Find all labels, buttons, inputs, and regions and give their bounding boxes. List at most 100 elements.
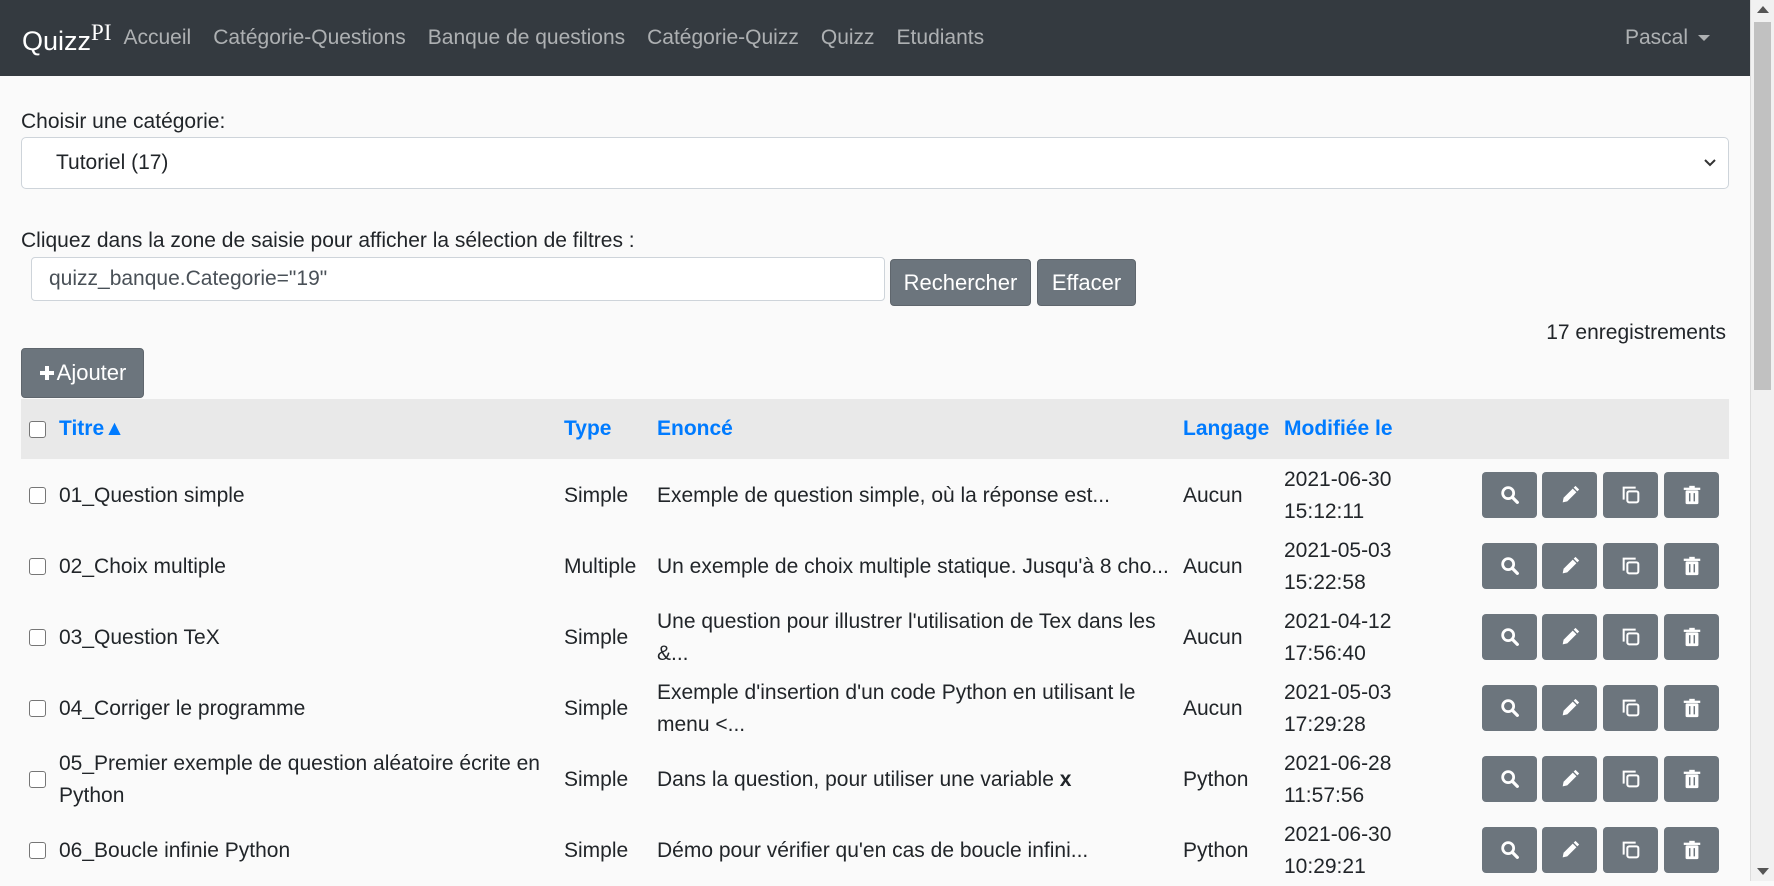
row-checkbox[interactable] (29, 629, 46, 646)
duplicate-button[interactable] (1603, 756, 1658, 802)
delete-button[interactable] (1664, 827, 1719, 873)
nav-banque-de-questions[interactable]: Banque de questions (428, 26, 625, 50)
row-modified: 2021-04-12 17:56:40 (1284, 606, 1424, 670)
row-title: 06_Boucle infinie Python (59, 815, 549, 886)
select-all-checkbox[interactable] (29, 421, 46, 438)
row-modified: 2021-06-30 15:12:11 (1284, 464, 1424, 528)
delete-button[interactable] (1664, 614, 1719, 660)
row-type-text: Simple (564, 696, 629, 720)
view-button[interactable] (1482, 543, 1537, 589)
edit-button[interactable] (1542, 543, 1597, 589)
nav-categorie-quizz[interactable]: Catégorie-Quizz (647, 26, 799, 50)
view-button[interactable] (1482, 685, 1537, 731)
nav-categorie-questions[interactable]: Catégorie-Questions (213, 26, 406, 50)
view-button[interactable] (1482, 756, 1537, 802)
row-checkbox[interactable] (29, 700, 46, 717)
row-type: Simple (564, 744, 654, 815)
row-language: Aucun (1183, 673, 1273, 744)
trash-icon (1681, 626, 1703, 648)
edit-button[interactable] (1542, 614, 1597, 660)
row-title: 02_Choix multiple (59, 531, 549, 602)
add-button-label: Ajouter (56, 360, 127, 385)
row-type-text: Simple (564, 625, 629, 649)
header-enonce[interactable]: Enoncé (657, 399, 733, 459)
header-type[interactable]: Type (564, 399, 611, 459)
copy-icon (1620, 626, 1642, 648)
edit-button[interactable] (1542, 827, 1597, 873)
filter-label: Cliquez dans la zone de saisie pour affi… (21, 229, 635, 252)
brand-logo[interactable]: QuizzPI (22, 20, 111, 57)
page-scrollbar[interactable] (1750, 0, 1774, 881)
table-row: 02_Choix multiple Multiple Un exemple de c… (21, 531, 1729, 602)
pencil-icon (1559, 768, 1581, 790)
header-langage[interactable]: Langage (1183, 399, 1269, 459)
row-statement: Démo pour vérifier qu'en cas de boucle i… (657, 815, 1177, 886)
scroll-up-icon[interactable] (1757, 6, 1769, 13)
duplicate-button[interactable] (1603, 543, 1658, 589)
row-title-text: 01_Question simple (59, 483, 245, 507)
nav-etudiants[interactable]: Etudiants (897, 26, 985, 50)
row-modified: 2021-05-03 17:29:28 (1284, 677, 1424, 741)
row-title: 04_Corriger le programme (59, 673, 549, 744)
row-language: Aucun (1183, 602, 1273, 673)
row-language: Aucun (1183, 460, 1273, 531)
row-checkbox[interactable] (29, 558, 46, 575)
edit-button[interactable] (1542, 685, 1597, 731)
pencil-icon (1559, 626, 1581, 648)
nav-quizz[interactable]: Quizz (821, 26, 875, 50)
brand-superscript: PI (91, 19, 112, 45)
row-title-text: 02_Choix multiple (59, 554, 226, 578)
view-button[interactable] (1482, 827, 1537, 873)
copy-icon (1620, 768, 1642, 790)
row-modified-date: 2021-05-03 (1284, 681, 1392, 704)
delete-button[interactable] (1664, 685, 1719, 731)
table-row: 01_Question simple Simple Exemple de quest… (21, 460, 1729, 531)
header-modifiee-le[interactable]: Modifiée le (1284, 399, 1393, 459)
add-button[interactable]: Ajouter (21, 348, 144, 398)
row-checkbox[interactable] (29, 771, 46, 788)
row-statement: Exemple de question simple, où la répons… (657, 460, 1177, 531)
table-row: 04_Corriger le programme Simple Exemple d'… (21, 673, 1729, 744)
scrollbar-thumb[interactable] (1754, 22, 1771, 390)
filter-input[interactable]: quizz_banque.Categorie="19" (31, 257, 885, 301)
row-type: Simple (564, 673, 654, 744)
duplicate-button[interactable] (1603, 472, 1658, 518)
search-icon (1499, 768, 1521, 790)
row-modified-date: 2021-04-12 (1284, 610, 1392, 633)
row-statement: Une question pour illustrer l'utilisatio… (657, 602, 1177, 673)
duplicate-button[interactable] (1603, 614, 1658, 660)
row-statement-text: Exemple d'insertion d'un code Python en … (657, 680, 1136, 736)
row-modified-time: 10:29:21 (1284, 855, 1366, 878)
search-icon (1499, 697, 1521, 719)
delete-button[interactable] (1664, 472, 1719, 518)
row-type-text: Simple (564, 767, 629, 791)
row-type: Multiple (564, 531, 654, 602)
edit-button[interactable] (1542, 756, 1597, 802)
scroll-down-icon[interactable] (1757, 868, 1769, 875)
search-button[interactable]: Rechercher (890, 259, 1031, 306)
duplicate-button[interactable] (1603, 827, 1658, 873)
category-select[interactable]: Tutoriel (17) (21, 137, 1729, 189)
table-row: 06_Boucle infinie Python Simple Démo pour … (21, 815, 1729, 886)
header-titre[interactable]: Titre ▲ (59, 399, 125, 459)
row-type: Simple (564, 815, 654, 886)
duplicate-button[interactable] (1603, 685, 1658, 731)
copy-icon (1620, 697, 1642, 719)
row-type-text: Simple (564, 483, 629, 507)
nav-accueil[interactable]: Accueil (123, 26, 191, 50)
row-title-text: 06_Boucle infinie Python (59, 838, 291, 862)
row-statement-text: Un exemple de choix multiple statique. J… (657, 554, 1169, 578)
delete-button[interactable] (1664, 756, 1719, 802)
trash-icon (1681, 697, 1703, 719)
edit-button[interactable] (1542, 472, 1597, 518)
delete-button[interactable] (1664, 543, 1719, 589)
user-dropdown[interactable]: Pascal (1625, 0, 1710, 76)
view-button[interactable] (1482, 614, 1537, 660)
row-checkbox[interactable] (29, 487, 46, 504)
row-statement-text: Une question pour illustrer l'utilisatio… (657, 609, 1156, 665)
view-button[interactable] (1482, 472, 1537, 518)
row-modified: 2021-05-03 15:22:58 (1284, 535, 1424, 599)
clear-button[interactable]: Effacer (1037, 259, 1136, 306)
row-checkbox[interactable] (29, 842, 46, 859)
pencil-icon (1559, 839, 1581, 861)
